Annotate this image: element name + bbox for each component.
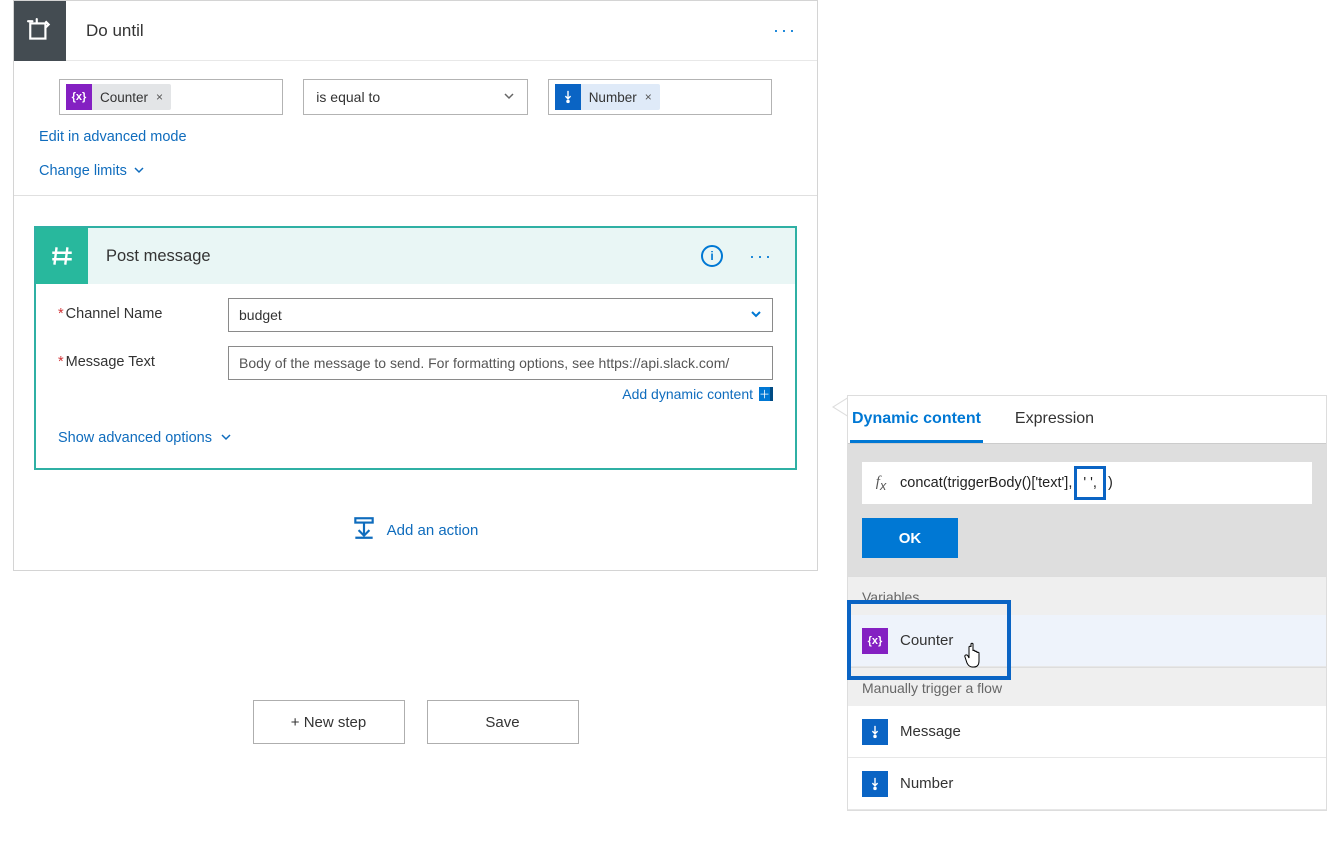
condition-left-input[interactable]: {x} Counter ×: [59, 79, 283, 115]
do-until-icon: [14, 1, 66, 61]
chevron-down-icon: [750, 307, 762, 323]
show-advanced-options-link[interactable]: Show advanced options: [58, 430, 212, 446]
param-channel-value: budget: [239, 307, 282, 323]
trigger-icon: [555, 84, 581, 110]
param-channel-row: *Channel Name budget: [36, 284, 795, 332]
tab-dynamic-content[interactable]: Dynamic content: [850, 410, 983, 443]
post-message-title: Post message: [88, 247, 701, 266]
expression-highlight: ' ',: [1074, 466, 1106, 500]
condition-right-input[interactable]: Number ×: [548, 79, 772, 115]
footer-buttons: + New step Save: [13, 700, 818, 744]
number-token-label: Number: [589, 90, 637, 105]
trigger-icon: [862, 771, 888, 797]
variable-icon: {x}: [66, 84, 92, 110]
add-dynamic-content-icon[interactable]: ＋: [759, 387, 773, 401]
change-limits-link[interactable]: Change limits: [39, 163, 127, 179]
tab-expression[interactable]: Expression: [1013, 410, 1096, 443]
token-row-counter[interactable]: {x} Counter: [848, 615, 1326, 667]
expression-editor-zone: fx concat(triggerBody()['text'],' ',) OK: [848, 444, 1326, 576]
new-step-button[interactable]: + New step: [253, 700, 405, 744]
expression-text[interactable]: concat(triggerBody()['text'],' ',): [900, 475, 1312, 491]
slack-hash-icon: [36, 228, 88, 284]
trigger-icon: [862, 719, 888, 745]
ok-button[interactable]: OK: [862, 518, 958, 558]
token-label-counter: Counter: [900, 632, 953, 649]
post-message-header[interactable]: Post message i ···: [36, 228, 795, 284]
condition-operator-label: is equal to: [316, 89, 380, 105]
token-row-number[interactable]: Number: [848, 758, 1326, 810]
counter-token-label: Counter: [100, 90, 148, 105]
add-dynamic-content-link[interactable]: Add dynamic content: [622, 386, 753, 402]
edit-advanced-mode-link[interactable]: Edit in advanced mode: [39, 129, 187, 145]
dynamic-content-panel: Dynamic content Expression fx concat(tri…: [847, 395, 1327, 811]
group-header-variables: Variables: [848, 576, 1326, 615]
param-message-row: *Message Text: [36, 332, 795, 380]
fx-icon: fx: [862, 474, 900, 493]
counter-token-remove[interactable]: ×: [156, 90, 163, 104]
add-action-icon: [353, 515, 375, 545]
save-button[interactable]: Save: [427, 700, 579, 744]
chevron-down-icon: [503, 89, 515, 105]
expression-input-box[interactable]: fx concat(triggerBody()['text'],' ',): [862, 462, 1312, 504]
param-channel-label: *Channel Name: [58, 298, 228, 322]
param-message-label: *Message Text: [58, 346, 228, 370]
do-until-header[interactable]: Do until ···: [14, 1, 817, 61]
do-until-title: Do until: [66, 21, 765, 41]
chevron-down-icon: [220, 430, 232, 446]
message-text-field[interactable]: [239, 355, 762, 371]
token-label-number: Number: [900, 775, 953, 792]
condition-row: {x} Counter × is equal to Number ×: [14, 61, 817, 115]
token-label-message: Message: [900, 723, 961, 740]
token-row-message[interactable]: Message: [848, 706, 1326, 758]
post-message-menu-button[interactable]: ···: [741, 242, 781, 271]
number-token-pill[interactable]: Number ×: [555, 84, 660, 110]
dynamic-content-tabs: Dynamic content Expression: [848, 396, 1326, 444]
counter-token-pill[interactable]: {x} Counter ×: [66, 84, 171, 110]
post-message-action-card: Post message i ··· *Channel Name budget …: [34, 226, 797, 470]
info-icon[interactable]: i: [701, 245, 723, 267]
variable-icon: {x}: [862, 628, 888, 654]
add-action-link[interactable]: Add an action: [387, 522, 479, 539]
param-channel-input[interactable]: budget: [228, 298, 773, 332]
param-message-input[interactable]: [228, 346, 773, 380]
add-action-row[interactable]: Add an action: [14, 490, 817, 570]
group-header-trigger: Manually trigger a flow: [848, 667, 1326, 706]
condition-operator-select[interactable]: is equal to: [303, 79, 527, 115]
number-token-remove[interactable]: ×: [645, 90, 652, 104]
chevron-down-icon: [133, 163, 145, 179]
do-until-card: Do until ··· {x} Counter × is equal to: [13, 0, 818, 571]
do-until-menu-button[interactable]: ···: [765, 16, 805, 45]
